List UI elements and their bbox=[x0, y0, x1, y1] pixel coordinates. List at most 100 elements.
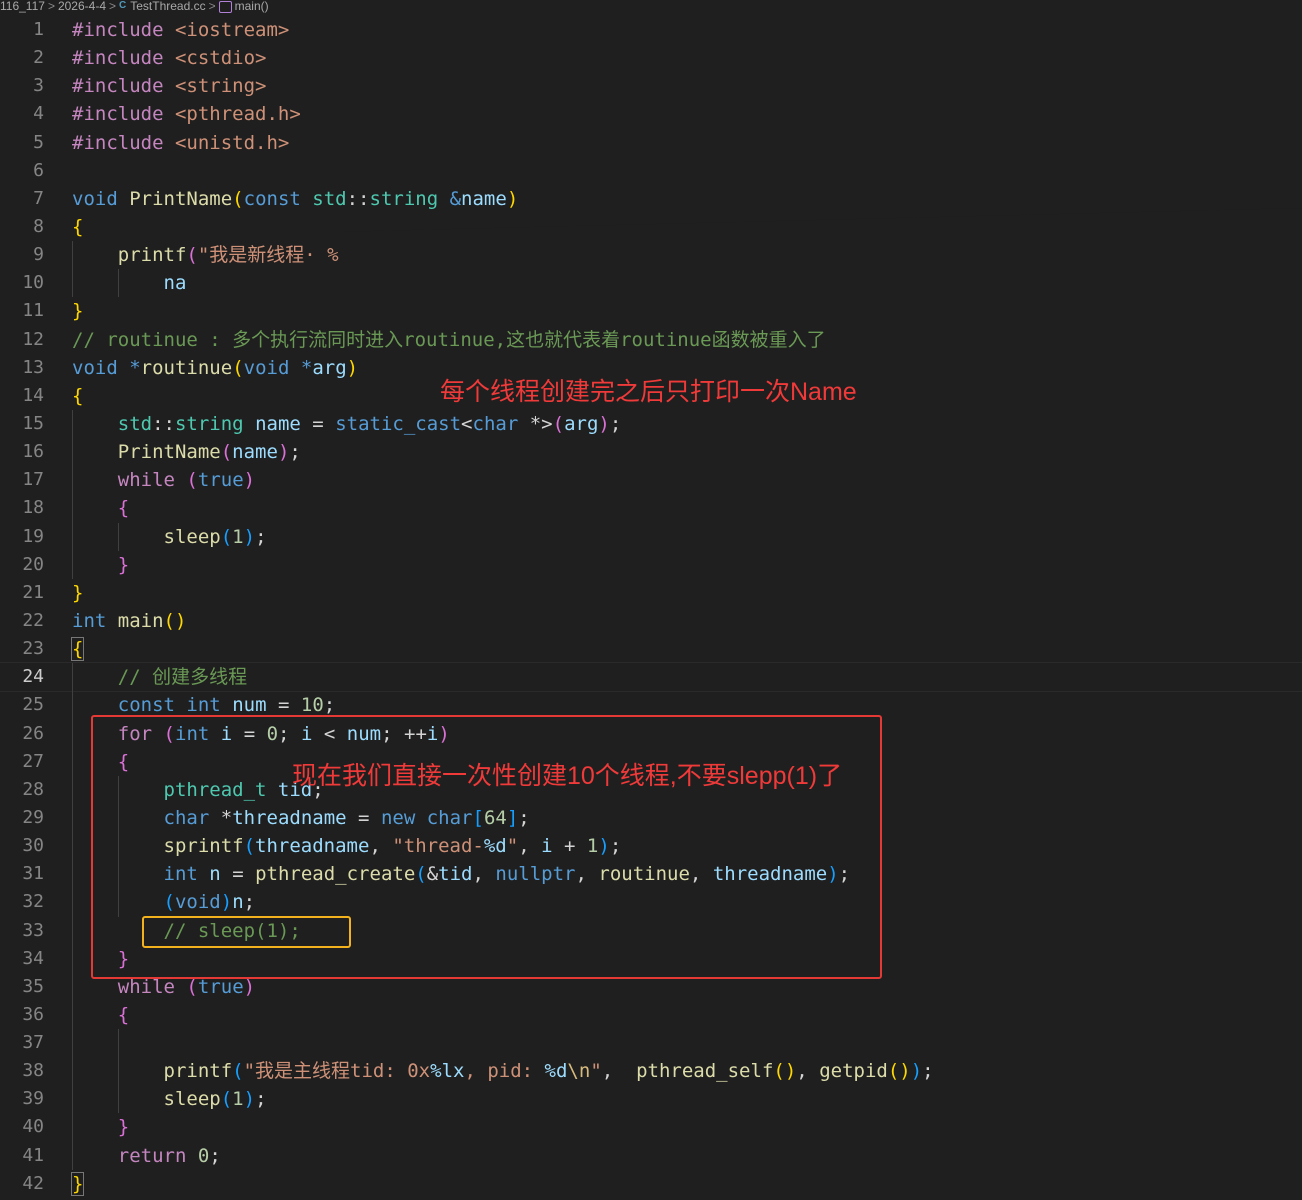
line-number: 35 bbox=[22, 975, 44, 997]
code-text: std::string name = static_cast<char *>(a… bbox=[117, 412, 622, 435]
code-text: } bbox=[72, 581, 84, 604]
line-number: 5 bbox=[33, 131, 44, 153]
code-line[interactable]: 7 void PrintName(const std::string &name) bbox=[0, 185, 1302, 213]
code-text: while (true) bbox=[117, 469, 256, 492]
line-number: 38 bbox=[22, 1060, 44, 1082]
line-number: 10 bbox=[22, 272, 44, 294]
line-number: 20 bbox=[22, 553, 44, 575]
line-number: 1 bbox=[33, 19, 44, 40]
code-line[interactable]: 12 // routinue : 多个执行流同时进入routinue,这也就代表着… bbox=[0, 326, 1302, 354]
line-number: 39 bbox=[22, 1088, 44, 1110]
line-number: 30 bbox=[22, 835, 44, 857]
code-line[interactable]: 19 sleep(1); bbox=[0, 522, 1302, 551]
chevron-right-icon: > bbox=[208, 0, 216, 13]
line-number: 24 bbox=[22, 666, 44, 688]
breadcrumb-file[interactable]: TestThread.cc bbox=[130, 0, 205, 13]
line-number: 42 bbox=[22, 1172, 44, 1194]
code-text: void PrintName(const std::string &name) bbox=[72, 187, 519, 210]
code-text: #include <iostream> bbox=[72, 19, 290, 41]
code-line[interactable]: 37 bbox=[0, 1029, 1302, 1058]
code-text: } bbox=[117, 553, 130, 576]
breadcrumb: 116_117 >2026-4-4 > C TestThread.cc > main() bbox=[0, 0, 1302, 14]
line-number: 23 bbox=[22, 638, 44, 660]
code-text: } bbox=[72, 300, 84, 323]
code-text: int main() bbox=[72, 609, 187, 632]
code-line[interactable]: 41 return 0; bbox=[0, 1141, 1302, 1170]
code-text: { bbox=[72, 215, 84, 238]
line-number: 37 bbox=[22, 1032, 44, 1054]
code-line-active[interactable]: 24 // 创建多线程 bbox=[0, 662, 1302, 693]
code-text: } bbox=[70, 1171, 85, 1196]
code-text: { bbox=[72, 384, 84, 407]
code-text: #include <string> bbox=[72, 75, 267, 98]
line-number: 2 bbox=[33, 47, 44, 69]
line-number: 7 bbox=[33, 187, 44, 209]
code-text: sleep(1); bbox=[163, 1088, 267, 1111]
line-number: 27 bbox=[22, 750, 44, 772]
code-text: #include <unistd.h> bbox=[72, 131, 290, 154]
code-line[interactable]: 20 } bbox=[0, 550, 1302, 579]
code-line[interactable]: 17 while (true) bbox=[0, 466, 1302, 495]
line-number: 17 bbox=[22, 469, 44, 491]
code-line[interactable]: 40 } bbox=[0, 1113, 1302, 1142]
line-number: 4 bbox=[33, 103, 44, 125]
line-number: 18 bbox=[22, 497, 44, 519]
code-line[interactable]: 16 PrintName(name); bbox=[0, 438, 1302, 467]
line-number: 40 bbox=[22, 1116, 44, 1138]
code-line[interactable]: 5 #include <unistd.h> bbox=[0, 129, 1302, 157]
breadcrumb-folder-1[interactable]: 116_117 bbox=[0, 0, 45, 13]
code-line[interactable]: 15 std::string name = static_cast<char *… bbox=[0, 409, 1302, 439]
line-number: 11 bbox=[22, 300, 44, 322]
code-line[interactable]: 39 sleep(1); bbox=[0, 1085, 1302, 1114]
code-line[interactable]: 18 { bbox=[0, 494, 1302, 523]
code-text: void *routinue(void *arg) bbox=[72, 356, 359, 379]
code-text: { bbox=[117, 497, 130, 520]
line-number: 21 bbox=[22, 581, 44, 603]
code-text: printf("我是主线程tid: 0x%lx, pid: %d\n", pth… bbox=[163, 1060, 934, 1083]
line-number: 13 bbox=[22, 356, 44, 378]
chevron-right-icon: > bbox=[47, 0, 55, 13]
code-line[interactable]: 6 bbox=[0, 157, 1302, 185]
code-text: #include <cstdio> bbox=[72, 47, 267, 70]
line-number: 16 bbox=[22, 441, 44, 463]
code-line[interactable]: 3 #include <string> bbox=[0, 72, 1302, 100]
code-text: // routinue : 多个执行流同时进入routinue,这也就代表着ro… bbox=[72, 328, 826, 351]
line-number: 9 bbox=[33, 244, 44, 266]
code-line[interactable]: 2 #include <cstdio> bbox=[0, 44, 1302, 72]
code-line[interactable]: 4 #include <pthread.h> bbox=[0, 100, 1302, 128]
line-number: 22 bbox=[22, 609, 44, 631]
line-number: 41 bbox=[22, 1144, 44, 1166]
code-line[interactable]: 38 printf("我是主线程tid: 0x%lx, pid: %d\n", … bbox=[0, 1057, 1302, 1086]
code-line[interactable]: 42} bbox=[0, 1170, 1302, 1198]
line-number: 29 bbox=[22, 806, 44, 828]
code-text: } bbox=[117, 1116, 130, 1139]
line-number: 25 bbox=[22, 694, 44, 716]
line-number: 32 bbox=[22, 891, 44, 913]
code-line[interactable]: 21} bbox=[0, 579, 1302, 607]
code-line[interactable]: 36 { bbox=[0, 1000, 1302, 1030]
line-number: 14 bbox=[22, 384, 44, 406]
annotation-top: 每个线程创建完之后只打印一次Name bbox=[440, 378, 857, 406]
line-number: 28 bbox=[22, 778, 44, 800]
breadcrumb-folder-2[interactable]: 2026-4-4 bbox=[58, 0, 106, 13]
code-text: na bbox=[163, 272, 187, 295]
line-number: 36 bbox=[22, 1003, 44, 1025]
line-number: 8 bbox=[33, 215, 44, 237]
line-number: 26 bbox=[22, 722, 44, 744]
method-icon bbox=[218, 1, 232, 13]
highlight-box-sleep bbox=[142, 916, 351, 948]
code-line[interactable]: 1 #include <iostream> bbox=[0, 16, 1302, 44]
line-number: 3 bbox=[33, 75, 44, 97]
line-number: 6 bbox=[33, 159, 44, 181]
line-number: 12 bbox=[22, 328, 44, 350]
line-number: 34 bbox=[22, 947, 44, 969]
line-number: 31 bbox=[22, 863, 44, 885]
code-text: #include <pthread.h> bbox=[72, 103, 301, 126]
code-line[interactable]: 22 int main() bbox=[0, 607, 1302, 635]
code-editor[interactable]: 1 #include <iostream> 2 #include <cstdio> … bbox=[0, 16, 1302, 1198]
code-text: printf("我是新线程· % bbox=[117, 244, 339, 267]
code-text: // 创建多线程 bbox=[117, 666, 248, 689]
code-text: sleep(1); bbox=[163, 525, 267, 548]
code-line[interactable]: 23 { bbox=[0, 635, 1302, 663]
breadcrumb-symbol[interactable]: main() bbox=[235, 0, 269, 13]
